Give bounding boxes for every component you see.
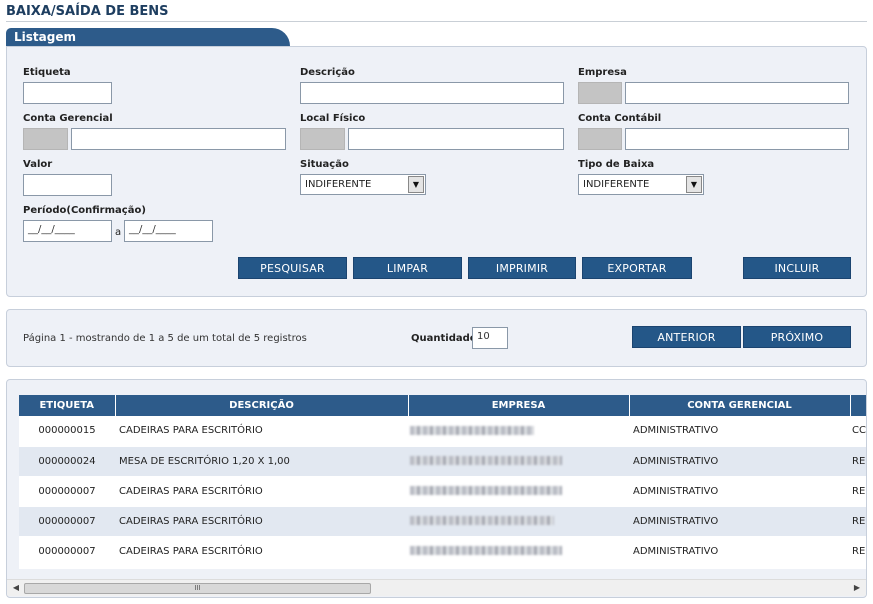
column-header-truncated[interactable] xyxy=(850,395,866,416)
chevron-down-icon[interactable]: ▼ xyxy=(686,176,702,193)
table-row[interactable]: 000000007 CADEIRAS PARA ESCRITÓRIO ADMIN… xyxy=(19,476,866,507)
cell-conta-gerencial: ADMINISTRATIVO xyxy=(629,506,850,537)
etiqueta-label: Etiqueta xyxy=(23,67,71,78)
cell-empresa xyxy=(408,476,629,507)
empresa-input[interactable] xyxy=(625,82,849,104)
tipo-baixa-label: Tipo de Baixa xyxy=(578,159,655,170)
scrollbar-thumb[interactable]: III xyxy=(24,583,371,594)
quantidade-label: Quantidade xyxy=(411,333,477,344)
periodo-from-input[interactable]: __/__/____ xyxy=(23,220,112,242)
situacao-selected-value: INDIFERENTE xyxy=(305,179,372,190)
local-fisico-code-field[interactable] xyxy=(300,128,345,150)
quantidade-input[interactable]: 10 xyxy=(472,327,508,349)
cell-truncated: RE xyxy=(850,536,866,567)
table-row[interactable]: 000000007 CADEIRAS PARA ESCRITÓRIO ADMIN… xyxy=(19,506,866,537)
cell-etiqueta: 000000024 xyxy=(19,446,115,477)
redacted-text xyxy=(410,425,534,435)
column-header-empresa[interactable]: EMPRESA xyxy=(408,395,630,416)
tab-listagem[interactable]: Listagem xyxy=(6,28,290,46)
chevron-down-icon[interactable]: ▼ xyxy=(408,176,424,193)
title-divider xyxy=(6,21,867,22)
cell-empresa xyxy=(408,416,629,447)
cell-truncated: RE xyxy=(850,446,866,477)
table-row[interactable]: 000000007 CADEIRAS PARA ESCRITÓRIO ADMIN… xyxy=(19,536,866,567)
results-grid: ETIQUETA DESCRIÇÃO EMPRESA CONTA GERENCI… xyxy=(19,395,866,569)
cell-conta-gerencial: ADMINISTRATIVO xyxy=(629,476,850,507)
cell-conta-gerencial: ADMINISTRATIVO xyxy=(629,536,850,567)
scroll-left-icon[interactable]: ◀ xyxy=(9,581,23,595)
situacao-label: Situação xyxy=(300,159,349,170)
limpar-button[interactable]: LIMPAR xyxy=(353,257,462,279)
results-table: ETIQUETA DESCRIÇÃO EMPRESA CONTA GERENCI… xyxy=(19,395,866,567)
cell-etiqueta: 000000015 xyxy=(19,416,115,447)
cell-truncated: RE xyxy=(850,476,866,507)
scroll-right-icon[interactable]: ▶ xyxy=(850,581,864,595)
pager-status: Página 1 - mostrando de 1 a 5 de um tota… xyxy=(23,333,307,344)
conta-contabil-code-field[interactable] xyxy=(578,128,622,150)
cell-descricao: CADEIRAS PARA ESCRITÓRIO xyxy=(115,416,408,447)
cell-etiqueta: 000000007 xyxy=(19,506,115,537)
filter-panel: Etiqueta Descrição Empresa Conta Gerenci… xyxy=(6,46,867,297)
column-header-descricao[interactable]: DESCRIÇÃO xyxy=(115,395,409,416)
situacao-select[interactable]: INDIFERENTE ▼ xyxy=(300,174,426,195)
column-header-etiqueta[interactable]: ETIQUETA xyxy=(19,395,116,416)
cell-truncated: RE xyxy=(850,506,866,537)
cell-truncated: CC xyxy=(850,416,866,447)
periodo-label: Período(Confirmação) xyxy=(23,205,146,216)
periodo-separator: a xyxy=(115,227,122,238)
redacted-text xyxy=(410,456,562,465)
cell-conta-gerencial: ADMINISTRATIVO xyxy=(629,446,850,477)
conta-contabil-input[interactable] xyxy=(625,128,849,150)
cell-etiqueta: 000000007 xyxy=(19,476,115,507)
descricao-label: Descrição xyxy=(300,67,355,78)
tipo-baixa-select[interactable]: INDIFERENTE ▼ xyxy=(578,174,704,195)
local-fisico-input[interactable] xyxy=(348,128,564,150)
column-header-conta-gerencial[interactable]: CONTA GERENCIAL xyxy=(629,395,851,416)
empresa-code-field[interactable] xyxy=(578,82,622,104)
descricao-input[interactable] xyxy=(300,82,564,104)
conta-gerencial-code-field[interactable] xyxy=(23,128,68,150)
etiqueta-input[interactable] xyxy=(23,82,112,104)
valor-label: Valor xyxy=(23,159,53,170)
redacted-text xyxy=(410,516,554,525)
cell-empresa xyxy=(408,446,629,477)
anterior-button[interactable]: ANTERIOR xyxy=(632,326,741,348)
periodo-to-input[interactable]: __/__/____ xyxy=(124,220,213,242)
pesquisar-button[interactable]: PESQUISAR xyxy=(238,257,347,279)
cell-etiqueta: 000000007 xyxy=(19,536,115,567)
redacted-text xyxy=(410,546,562,555)
conta-gerencial-input[interactable] xyxy=(71,128,286,150)
empresa-label: Empresa xyxy=(578,67,627,78)
page-title: BAIXA/SAÍDA DE BENS xyxy=(6,4,169,19)
horizontal-scrollbar[interactable]: ◀ III ▶ xyxy=(7,579,866,596)
conta-gerencial-label: Conta Gerencial xyxy=(23,113,113,124)
results-grid-panel: ETIQUETA DESCRIÇÃO EMPRESA CONTA GERENCI… xyxy=(6,379,867,598)
cell-conta-gerencial: ADMINISTRATIVO xyxy=(629,416,850,447)
cell-empresa xyxy=(408,506,629,537)
exportar-button[interactable]: EXPORTAR xyxy=(582,257,692,279)
cell-descricao: CADEIRAS PARA ESCRITÓRIO xyxy=(115,506,408,537)
cell-descricao: MESA DE ESCRITÓRIO 1,20 X 1,00 xyxy=(115,446,408,477)
table-header-row: ETIQUETA DESCRIÇÃO EMPRESA CONTA GERENCI… xyxy=(19,395,866,416)
incluir-button[interactable]: INCLUIR xyxy=(743,257,851,279)
proximo-button[interactable]: PRÓXIMO xyxy=(743,326,851,348)
conta-contabil-label: Conta Contábil xyxy=(578,113,662,124)
cell-descricao: CADEIRAS PARA ESCRITÓRIO xyxy=(115,476,408,507)
cell-empresa xyxy=(408,536,629,567)
table-row[interactable]: 000000015 CADEIRAS PARA ESCRITÓRIO ADMIN… xyxy=(19,416,866,447)
tipo-baixa-selected-value: INDIFERENTE xyxy=(583,179,650,190)
imprimir-button[interactable]: IMPRIMIR xyxy=(468,257,576,279)
table-row[interactable]: 000000024 MESA DE ESCRITÓRIO 1,20 X 1,00… xyxy=(19,446,866,477)
redacted-text xyxy=(410,486,562,495)
pager-panel: Página 1 - mostrando de 1 a 5 de um tota… xyxy=(6,309,867,367)
valor-input[interactable] xyxy=(23,174,112,196)
cell-descricao: CADEIRAS PARA ESCRITÓRIO xyxy=(115,536,408,567)
local-fisico-label: Local Físico xyxy=(300,113,366,124)
